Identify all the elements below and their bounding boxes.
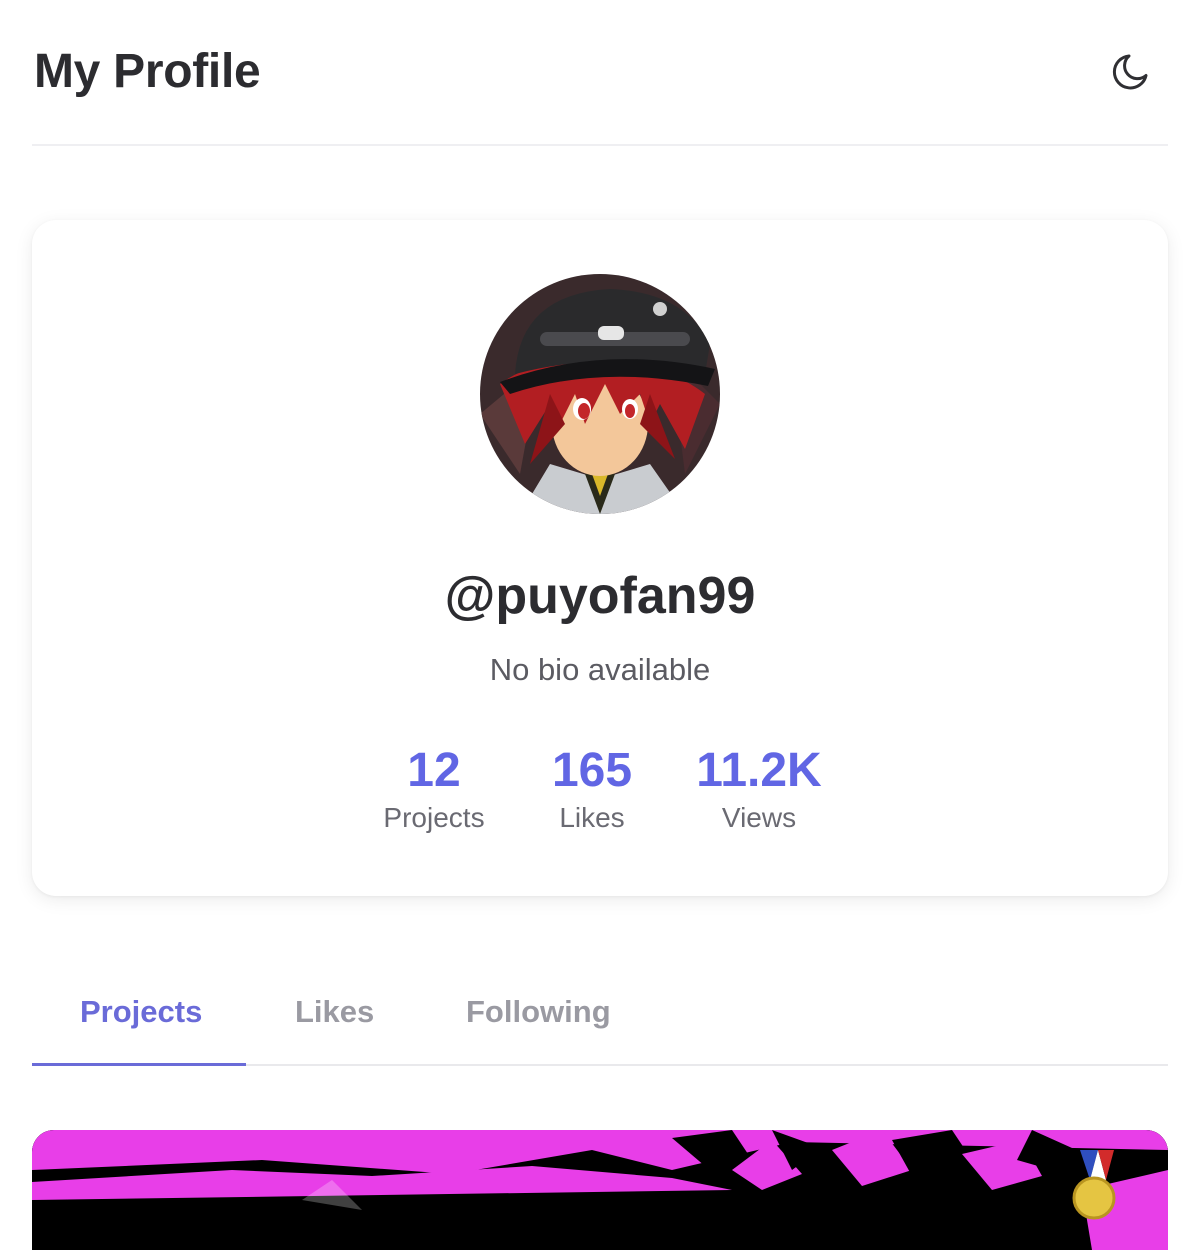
stat-label: Views — [721, 802, 797, 833]
tab-following[interactable]: Following — [466, 994, 611, 1030]
theme-toggle-button[interactable] — [1108, 48, 1154, 94]
stat-label: Projects — [383, 802, 485, 833]
project-card[interactable] — [32, 1130, 1168, 1250]
stat-value: 12 — [407, 744, 461, 797]
tab-projects[interactable]: Projects — [80, 994, 202, 1030]
active-tab-indicator — [32, 1063, 246, 1066]
profile-tabs: Projects Likes Following — [32, 968, 1168, 1066]
page-title: My Profile — [34, 45, 261, 98]
app-header: My Profile — [32, 0, 1168, 146]
profile-card: @puyofan99 No bio available 12 Projects … — [32, 220, 1168, 896]
stat-projects: 12 Projects — [366, 744, 502, 834]
stat-views: 11.2K Views — [688, 744, 830, 834]
moon-icon — [1112, 54, 1148, 90]
tab-likes[interactable]: Likes — [295, 994, 374, 1030]
stat-value: 165 — [551, 744, 633, 797]
stat-label: Likes — [559, 802, 625, 833]
avatar[interactable] — [480, 274, 720, 514]
stat-value: 11.2K — [696, 744, 822, 797]
stat-likes: 165 Likes — [532, 744, 652, 834]
bio-text: No bio available — [489, 652, 711, 687]
username: @puyofan99 — [444, 567, 756, 625]
project-thumbnail — [32, 1130, 1168, 1250]
avatar-image — [480, 274, 720, 514]
